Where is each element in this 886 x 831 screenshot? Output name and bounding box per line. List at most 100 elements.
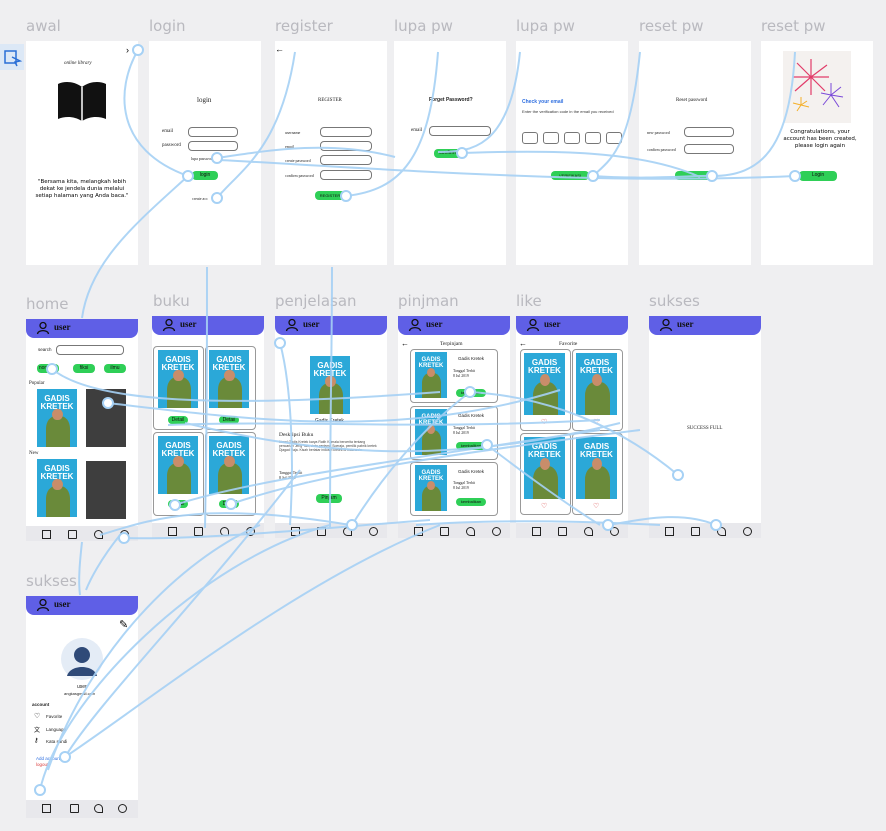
home-icon[interactable]	[42, 804, 51, 813]
heart-icon[interactable]	[343, 527, 352, 536]
gear-icon[interactable]	[610, 527, 619, 536]
create-password-field[interactable]	[320, 155, 372, 165]
book-cover[interactable]: GADIS KRETEK	[37, 459, 77, 517]
user-label: user	[303, 319, 320, 329]
heart-icon[interactable]	[94, 804, 103, 813]
user-label: user	[54, 322, 71, 332]
heart-icon[interactable]	[220, 527, 229, 536]
code-box[interactable]	[522, 132, 538, 144]
book-icon[interactable]	[558, 527, 567, 536]
heart-icon[interactable]	[717, 527, 726, 536]
back-arrow-icon[interactable]: ←	[519, 339, 527, 348]
confirm-password-field[interactable]	[684, 144, 734, 154]
menu-language[interactable]: Language	[46, 727, 66, 732]
create-account-link[interactable]: create acc	[192, 196, 208, 201]
chip-ilmu[interactable]: ilmu	[104, 364, 126, 373]
home-icon[interactable]	[414, 527, 423, 536]
present-icon[interactable]	[0, 44, 24, 70]
book-cover[interactable]	[86, 461, 126, 519]
gear-icon[interactable]	[120, 530, 129, 539]
frame-sukses-1[interactable]: user SUCCESS FULL	[649, 316, 761, 538]
book-icon[interactable]	[317, 527, 326, 536]
heart-icon[interactable]	[94, 530, 103, 539]
frame-like[interactable]: user ← Favorite GADIS KRETEK GADIS KRETEK …	[516, 316, 628, 538]
gear-icon[interactable]	[369, 527, 378, 536]
email-field[interactable]	[429, 126, 491, 136]
home-icon[interactable]	[291, 527, 300, 536]
book-icon[interactable]	[691, 527, 700, 536]
home-icon[interactable]	[665, 527, 674, 536]
book-cover[interactable]: GADIS KRETEK	[37, 389, 77, 447]
gear-icon[interactable]	[118, 804, 127, 813]
frame-register[interactable]: ← REGISTER username email create passwor…	[275, 41, 387, 265]
back-arrow-icon[interactable]: ←	[275, 44, 284, 54]
edit-pen-icon[interactable]: ✎	[119, 618, 128, 631]
forgot-password-link[interactable]: lupa password	[191, 156, 214, 161]
heart-icon[interactable]: ♡	[541, 418, 547, 426]
detail-button[interactable]: Detail	[219, 500, 239, 508]
book-icon[interactable]	[194, 527, 203, 536]
detail-button[interactable]: Detail	[168, 416, 188, 424]
frame-lupa-pw-2[interactable]: Check your email Enter the verification …	[516, 41, 628, 265]
gear-icon[interactable]	[743, 527, 752, 536]
new-password-field[interactable]	[684, 127, 734, 137]
code-box[interactable]	[543, 132, 559, 144]
menu-favorite[interactable]: Favorite	[46, 714, 62, 719]
book-icon[interactable]	[440, 527, 449, 536]
return-button[interactable]: kembalikan	[456, 442, 486, 450]
heart-icon[interactable]: ♡	[593, 418, 599, 426]
book-icon[interactable]	[68, 530, 77, 539]
book-cover[interactable]	[86, 389, 126, 447]
user-icon	[659, 318, 673, 332]
add-account-link[interactable]: Add account	[36, 756, 61, 761]
code-box[interactable]	[606, 132, 622, 144]
frame-reset-pw-2[interactable]: Congratulations, your account has been c…	[761, 41, 873, 265]
email-field[interactable]	[320, 141, 372, 151]
login-button[interactable]: Login	[799, 171, 837, 181]
frame-login[interactable]: login email password lupa password login…	[149, 41, 261, 265]
gear-icon[interactable]	[492, 527, 501, 536]
code-box[interactable]	[585, 132, 601, 144]
home-icon[interactable]	[168, 527, 177, 536]
menu-password[interactable]: Kata sandi	[46, 739, 67, 744]
confirm-password-field[interactable]	[320, 170, 372, 180]
heart-icon[interactable]: ♡	[593, 502, 599, 510]
password-field[interactable]	[188, 141, 238, 151]
frame-pinjman[interactable]: user ← Terpinjam GADIS KRETEK Gadis Krete…	[398, 316, 510, 538]
verify-button[interactable]: VERIFIKASI	[551, 171, 589, 180]
heart-icon[interactable]: ♡	[541, 502, 547, 510]
username-field[interactable]	[320, 127, 372, 137]
frame-sukses-2[interactable]: user ✎ user angkasgmail.com account ♡ Fa…	[26, 596, 138, 818]
chip-non-fiksi[interactable]: non fiksi	[37, 364, 59, 373]
register-button[interactable]: REGISTER	[315, 191, 345, 200]
reset-confirm-button[interactable]	[675, 171, 713, 180]
login-button[interactable]: login	[192, 171, 218, 180]
frame-awal[interactable]: online library › "Bersama kita, melangka…	[26, 41, 138, 265]
chevron-right-icon[interactable]: ›	[126, 45, 129, 55]
home-icon[interactable]	[42, 530, 51, 539]
heart-icon[interactable]	[584, 527, 593, 536]
frame-lupa-pw-1[interactable]: Forget Password? email confirm	[394, 41, 506, 265]
borrowed-date: 8 Jul 2019	[453, 374, 469, 378]
detail-button[interactable]: Detail	[168, 500, 188, 508]
home-icon[interactable]	[532, 527, 541, 536]
borrowed-date: 8 Jul 2019	[453, 486, 469, 490]
borrow-button[interactable]: Pinjam	[316, 494, 342, 503]
search-input[interactable]	[56, 345, 124, 355]
return-button[interactable]: kembalikan	[456, 498, 486, 506]
chip-fiksi[interactable]: fiksi	[73, 364, 95, 373]
frame-reset-pw-1[interactable]: Reset password new password confirm pass…	[639, 41, 751, 265]
back-arrow-icon[interactable]: ←	[401, 339, 409, 348]
confirm-button[interactable]: confirm	[434, 149, 461, 158]
email-field[interactable]	[188, 127, 238, 137]
code-box[interactable]	[564, 132, 580, 144]
frame-home[interactable]: user search non fiksi fiksi ilmu Popular…	[26, 319, 138, 541]
book-icon[interactable]	[70, 804, 79, 813]
heart-icon[interactable]	[466, 527, 475, 536]
return-button[interactable]: kembalikan	[456, 389, 486, 397]
frame-buku[interactable]: user GADIS KRETEK GADIS KRETEK GADIS KRETEK…	[152, 316, 264, 538]
detail-button[interactable]: Detail	[219, 416, 239, 424]
frame-penjelasan[interactable]: user GADIS KRETEK Gadis Kretek Deskripsi …	[275, 316, 387, 538]
logout-link[interactable]: logout	[36, 762, 48, 767]
gear-icon[interactable]	[246, 527, 255, 536]
